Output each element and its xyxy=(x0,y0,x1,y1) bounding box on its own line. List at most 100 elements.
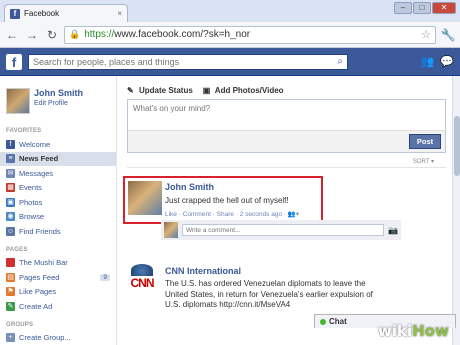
sidebar-item-messages[interactable]: ✉ Messages xyxy=(0,166,116,181)
profile-block: John Smith Edit Profile xyxy=(0,76,116,120)
news-feed-icon: ≡ xyxy=(6,154,15,164)
sidebar-item-pages-feed[interactable]: ▤ Pages Feed 9 xyxy=(0,270,116,285)
update-status-label: Update Status xyxy=(139,86,193,95)
create-group-icon: + xyxy=(6,333,15,343)
status-input[interactable] xyxy=(128,100,445,130)
story-actions: Like · Comment · Share · 2 seconds ago ·… xyxy=(165,210,299,218)
like-pages-icon: ⚑ xyxy=(6,287,15,297)
scrollbar-thumb[interactable] xyxy=(454,116,460,176)
wikihow-watermark: wikiHow xyxy=(378,322,449,340)
page-icon xyxy=(6,258,15,268)
forward-arrow-icon[interactable]: → xyxy=(24,27,40,43)
privacy-friends-icon[interactable]: 👥▾ xyxy=(288,211,299,218)
left-sidebar: John Smith Edit Profile FAVORITES f Welc… xyxy=(0,76,116,345)
facebook-icon: f xyxy=(6,139,15,149)
sidebar-item-the-mushi-bar[interactable]: The Mushi Bar xyxy=(0,256,116,271)
edit-profile-link[interactable]: Edit Profile xyxy=(34,100,83,107)
bookmark-star-icon[interactable]: ☆ xyxy=(421,28,431,41)
chat-label: Chat xyxy=(329,317,347,326)
photos-icon: ▣ xyxy=(6,197,15,207)
scrollbar[interactable] xyxy=(452,76,460,345)
sidebar-item-label: Create Ad xyxy=(19,301,53,311)
sidebar-item-create-group[interactable]: + Create Group... xyxy=(0,331,116,345)
sidebar-item-like-pages[interactable]: ⚑ Like Pages xyxy=(0,285,116,300)
url-scheme: https:// xyxy=(84,29,115,40)
maximize-icon[interactable]: □ xyxy=(413,2,431,14)
tab-close-icon[interactable]: × xyxy=(117,9,122,18)
sidebar-item-label: Photos xyxy=(19,197,43,207)
sidebar-item-label: Browse xyxy=(19,212,45,222)
pages-feed-count: 9 xyxy=(100,273,110,281)
add-photos-tab[interactable]: ▣ Add Photos/Video xyxy=(203,86,284,95)
composer-tabs: ✎ Update Status ▣ Add Photos/Video xyxy=(117,76,456,99)
sidebar-item-label: Find Friends xyxy=(19,226,61,236)
search-input[interactable] xyxy=(33,56,338,67)
browser-tab-strip: f Facebook × – □ ✕ xyxy=(0,0,460,22)
sidebar-item-news-feed[interactable]: ≡ News Feed xyxy=(0,151,116,166)
browser-tab[interactable]: f Facebook × xyxy=(4,4,128,22)
comment-input[interactable] xyxy=(182,224,385,236)
watermark-how: How xyxy=(412,322,449,340)
url-path: www.facebook.com/?sk=h_nor xyxy=(114,29,251,40)
cnn-logo-text: CNN xyxy=(130,276,155,290)
avatar xyxy=(164,222,178,238)
sort-dropdown[interactable]: SORT ▾ xyxy=(127,153,446,168)
search-icon[interactable]: ⌕ xyxy=(337,56,343,67)
reload-icon[interactable]: ↻ xyxy=(44,27,60,43)
sidebar-item-photos[interactable]: ▣ Photos xyxy=(0,195,116,210)
avatar[interactable] xyxy=(128,181,162,215)
cnn-logo-icon[interactable]: CNN xyxy=(127,264,157,300)
sidebar-item-label: Create Group... xyxy=(19,333,71,343)
back-arrow-icon[interactable]: ← xyxy=(4,27,20,43)
sidebar-item-label: Welcome xyxy=(19,139,51,149)
sidebar-item-label: Events xyxy=(19,183,42,193)
comment-box: 📷 xyxy=(161,220,401,240)
story-author[interactable]: CNN International xyxy=(165,266,241,276)
story-actions-text[interactable]: Like · Comment · Share · 2 seconds ago · xyxy=(165,211,286,218)
story-text: The U.S. has ordered Venezuelan diplomat… xyxy=(165,279,373,309)
friend-requests-icon[interactable]: 👥 xyxy=(421,55,435,68)
pages-feed-icon: ▤ xyxy=(6,272,15,282)
address-bar[interactable]: 🔒 https://www.facebook.com/?sk=h_nor ☆ xyxy=(64,25,436,44)
sidebar-item-browse[interactable]: ◉ Browse xyxy=(0,210,116,225)
pencil-icon: ✎ xyxy=(127,86,134,95)
highlighted-story: John Smith Just crapped the hell out of … xyxy=(123,176,323,224)
add-photos-label: Add Photos/Video xyxy=(214,86,284,95)
favorites-header: FAVORITES xyxy=(6,128,42,134)
story-author[interactable]: John Smith xyxy=(165,182,214,192)
sidebar-item-events[interactable]: ▦ Events xyxy=(0,181,116,196)
window-close-icon[interactable]: ✕ xyxy=(432,2,456,14)
sidebar-item-label: Messages xyxy=(19,168,54,178)
messages-jewel-icon[interactable]: 💬 xyxy=(440,55,454,68)
post-button[interactable]: Post xyxy=(409,134,441,149)
news-feed-main: ✎ Update Status ▣ Add Photos/Video Post … xyxy=(116,76,456,345)
sidebar-item-create-ad[interactable]: ✎ Create Ad xyxy=(0,299,116,314)
online-status-icon xyxy=(320,318,326,325)
profile-name[interactable]: John Smith xyxy=(34,88,83,98)
groups-header: GROUPS xyxy=(6,321,34,328)
wrench-menu-icon[interactable]: 🔧 xyxy=(440,27,456,43)
story-text: Just crapped the hell out of myself! xyxy=(165,196,289,205)
sidebar-item-find-friends[interactable]: ☺ Find Friends xyxy=(0,224,116,239)
minimize-icon[interactable]: – xyxy=(394,2,412,14)
camera-icon[interactable]: 📷 xyxy=(388,226,398,235)
browser-toolbar: ← → ↻ 🔒 https://www.facebook.com/?sk=h_n… xyxy=(0,22,460,48)
pages-header: PAGES xyxy=(6,246,28,253)
find-friends-icon: ☺ xyxy=(6,226,15,236)
composer-footer: Post xyxy=(128,130,445,152)
globe-icon xyxy=(131,264,153,276)
tab-title: Facebook xyxy=(24,9,60,18)
facebook-favicon-icon: f xyxy=(10,8,20,19)
create-ad-icon: ✎ xyxy=(6,301,15,311)
sidebar-item-welcome[interactable]: f Welcome xyxy=(0,137,116,152)
photo-icon: ▣ xyxy=(202,86,211,95)
update-status-tab[interactable]: ✎ Update Status xyxy=(127,86,193,95)
lock-icon: 🔒 xyxy=(69,29,81,39)
search-box[interactable]: ⌕ xyxy=(28,53,348,70)
avatar[interactable] xyxy=(6,88,30,114)
sidebar-item-label: News Feed xyxy=(19,154,59,164)
sidebar-item-label: Like Pages xyxy=(19,287,57,297)
events-icon: ▦ xyxy=(6,183,15,193)
status-composer: Post xyxy=(127,99,446,153)
facebook-logo-icon[interactable]: f xyxy=(6,53,22,70)
